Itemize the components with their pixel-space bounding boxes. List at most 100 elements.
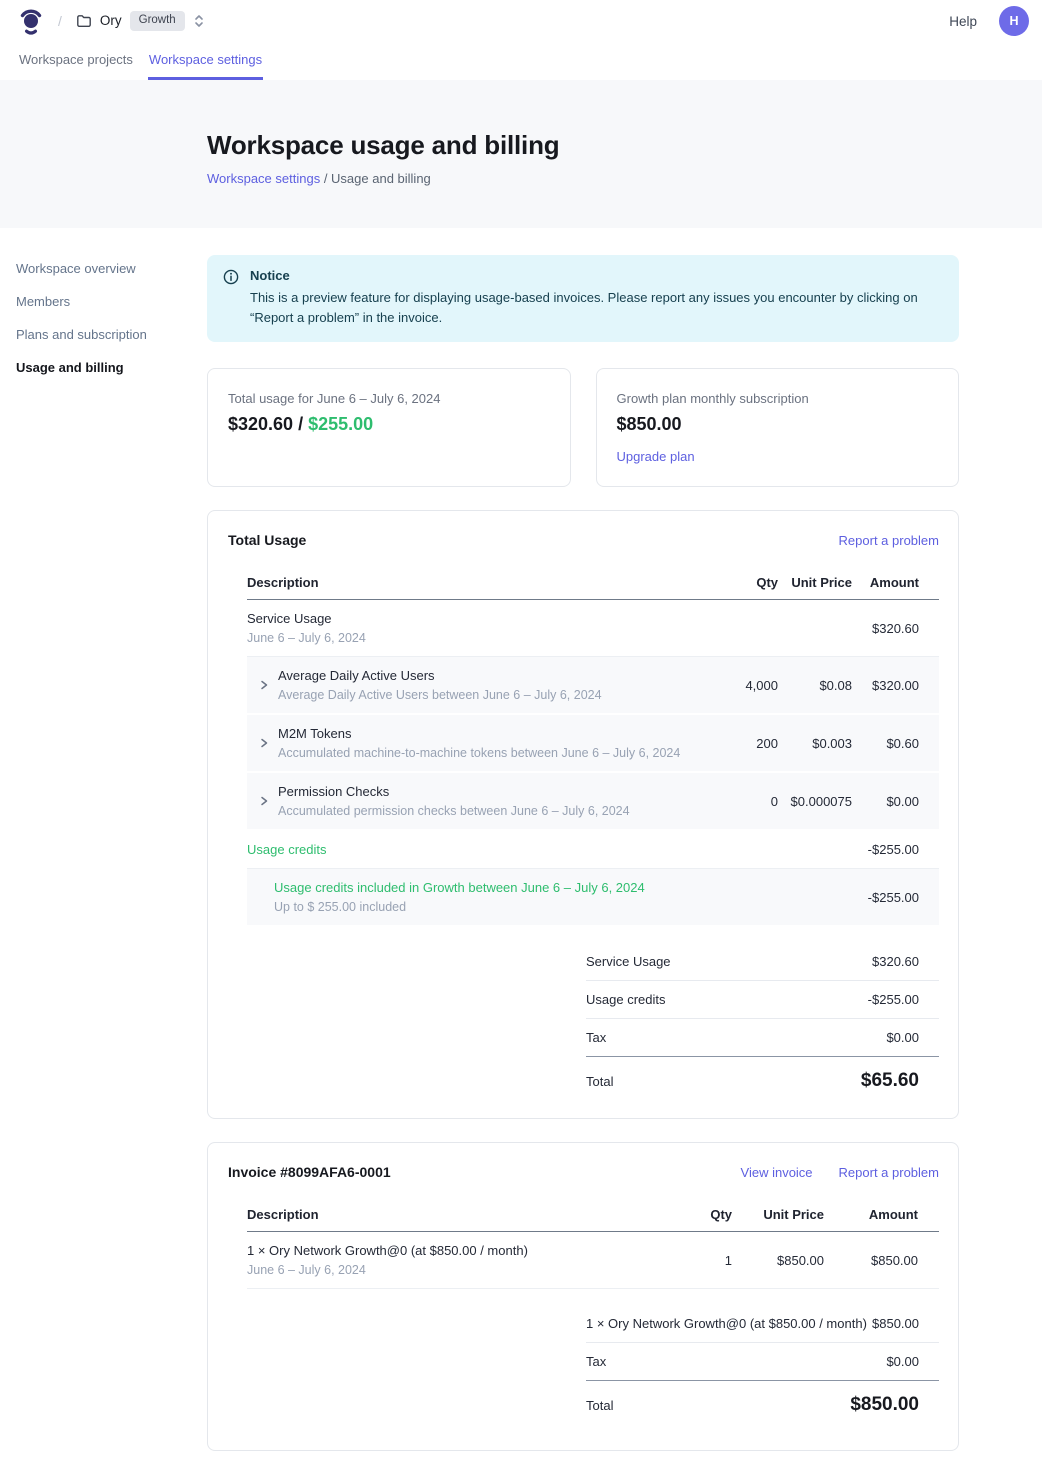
invoice-table: Description Qty Unit Price Amount 1 × Or… xyxy=(247,1198,939,1289)
table-row[interactable]: M2M Tokens Accumulated machine-to-machin… xyxy=(247,715,939,773)
col-unit-price: Unit Price xyxy=(778,566,852,599)
report-problem-link[interactable]: Report a problem xyxy=(839,1165,939,1180)
report-problem-link[interactable]: Report a problem xyxy=(839,533,939,548)
subscription-card: Growth plan monthly subscription $850.00… xyxy=(596,368,960,487)
row-subtext: June 6 – July 6, 2024 xyxy=(247,1263,652,1277)
breadcrumb: Workspace settings / Usage and billing xyxy=(207,171,1042,186)
summary-row: Tax $0.00 xyxy=(586,1019,939,1057)
notice-title: Notice xyxy=(250,268,943,283)
usage-invoice-card: Total Usage Report a problem Description… xyxy=(207,510,959,1119)
row-description: Service Usage xyxy=(247,611,698,626)
total-usage-card: Total usage for June 6 – July 6, 2024 $3… xyxy=(207,368,571,487)
row-qty: 200 xyxy=(698,736,778,751)
summary-total-row: Total $65.60 xyxy=(586,1057,939,1096)
summary-label: Service Usage xyxy=(586,954,671,969)
workspace-tabs: Workspace projects Workspace settings xyxy=(0,42,1042,80)
total-value: $65.60 xyxy=(861,1070,939,1092)
row-subtext: Average Daily Active Users between June … xyxy=(278,688,602,702)
table-row: Usage credits -$255.00 xyxy=(247,831,939,869)
usage-table: Description Qty Unit Price Amount Servic… xyxy=(247,566,939,927)
row-amount: $850.00 xyxy=(824,1253,939,1268)
view-invoice-link[interactable]: View invoice xyxy=(741,1165,813,1180)
sidebar-item-members[interactable]: Members xyxy=(16,288,186,315)
settings-sidebar: Workspace overview Members Plans and sub… xyxy=(16,255,186,387)
total-label: Total xyxy=(586,1074,613,1089)
summary-row: Tax $0.00 xyxy=(586,1343,939,1381)
breadcrumb-current: Usage and billing xyxy=(331,171,431,186)
table-row: Usage credits included in Growth between… xyxy=(247,869,939,927)
row-unit-price: $0.08 xyxy=(778,678,852,693)
notice-body: This is a preview feature for displaying… xyxy=(250,288,943,328)
plan-badge: Growth xyxy=(130,11,185,31)
row-description: Average Daily Active Users xyxy=(278,668,602,683)
subscription-value: $850.00 xyxy=(617,414,939,435)
tab-workspace-projects[interactable]: Workspace projects xyxy=(18,42,134,80)
row-qty: 1 xyxy=(652,1253,732,1268)
folder-icon xyxy=(76,13,92,29)
row-description: 1 × Ory Network Growth@0 (at $850.00 / m… xyxy=(247,1243,652,1258)
sidebar-item-usage-billing[interactable]: Usage and billing xyxy=(16,354,186,381)
workspace-selector[interactable]: Ory Growth xyxy=(76,11,205,31)
ory-logo-icon[interactable] xyxy=(18,6,44,36)
row-subtext: June 6 – July 6, 2024 xyxy=(247,631,698,645)
table-row: Service Usage June 6 – July 6, 2024 $320… xyxy=(247,600,939,657)
summary-label: 1 × Ory Network Growth@0 (at $850.00 / m… xyxy=(586,1316,867,1331)
breadcrumb-separator: / xyxy=(58,13,62,29)
table-row: 1 × Ory Network Growth@0 (at $850.00 / m… xyxy=(247,1232,939,1289)
summary-value: $850.00 xyxy=(872,1316,939,1331)
summary-row: 1 × Ory Network Growth@0 (at $850.00 / m… xyxy=(586,1305,939,1343)
sidebar-item-plans-subscription[interactable]: Plans and subscription xyxy=(16,321,186,348)
app-header: / Ory Growth Help H xyxy=(0,0,1042,42)
row-amount: $320.00 xyxy=(852,678,939,693)
avatar[interactable]: H xyxy=(999,6,1029,36)
subscription-label: Growth plan monthly subscription xyxy=(617,391,939,406)
breadcrumb-settings-link[interactable]: Workspace settings xyxy=(207,171,320,186)
chevron-right-icon[interactable] xyxy=(259,795,269,807)
summary-value: -$255.00 xyxy=(868,992,939,1007)
summary-label: Tax xyxy=(586,1030,606,1045)
row-amount: -$255.00 xyxy=(852,842,939,857)
upgrade-plan-link[interactable]: Upgrade plan xyxy=(617,449,695,464)
col-qty: Qty xyxy=(652,1198,732,1231)
row-amount: $0.00 xyxy=(852,794,939,809)
total-value: $850.00 xyxy=(850,1394,939,1416)
preview-notice: Notice This is a preview feature for dis… xyxy=(207,255,959,342)
table-row[interactable]: Permission Checks Accumulated permission… xyxy=(247,773,939,831)
summary-value: $0.00 xyxy=(886,1030,939,1045)
summary-label: Tax xyxy=(586,1354,606,1369)
invoice-summary: 1 × Ory Network Growth@0 (at $850.00 / m… xyxy=(586,1305,939,1420)
summary-total-row: Total $850.00 xyxy=(586,1381,939,1420)
workspace-name: Ory xyxy=(100,13,122,28)
usage-amount: $320.60 xyxy=(228,414,293,434)
usage-credit-amount: $255.00 xyxy=(308,414,373,434)
help-button[interactable]: Help xyxy=(949,14,977,29)
row-subtext: Up to $ 255.00 included xyxy=(274,900,698,914)
table-row[interactable]: Average Daily Active Users Average Daily… xyxy=(247,657,939,715)
page-hero: Workspace usage and billing Workspace se… xyxy=(0,80,1042,228)
col-amount: Amount xyxy=(824,1198,939,1231)
col-qty: Qty xyxy=(698,566,778,599)
summary-row: Service Usage $320.60 xyxy=(586,943,939,981)
col-description: Description xyxy=(247,1198,652,1231)
summary-row: Usage credits -$255.00 xyxy=(586,981,939,1019)
usage-summary: Service Usage $320.60 Usage credits -$25… xyxy=(586,943,939,1096)
col-unit-price: Unit Price xyxy=(732,1198,824,1231)
row-subtext: Accumulated machine-to-machine tokens be… xyxy=(278,746,680,760)
summary-value: $320.60 xyxy=(872,954,939,969)
row-unit-price: $850.00 xyxy=(732,1253,824,1268)
sidebar-item-workspace-overview[interactable]: Workspace overview xyxy=(16,255,186,282)
tab-workspace-settings[interactable]: Workspace settings xyxy=(148,42,263,80)
chevron-right-icon[interactable] xyxy=(259,679,269,691)
row-description: Usage credits xyxy=(247,842,698,857)
invoice-table-header: Description Qty Unit Price Amount xyxy=(247,1198,939,1232)
row-amount: -$255.00 xyxy=(852,890,939,905)
row-qty: 4,000 xyxy=(698,678,778,693)
chevron-up-down-icon[interactable] xyxy=(193,14,205,28)
total-usage-label: Total usage for June 6 – July 6, 2024 xyxy=(228,391,550,406)
invoice-title: Invoice #8099AFA6-0001 xyxy=(228,1164,391,1180)
row-description: Permission Checks xyxy=(278,784,630,799)
row-qty: 0 xyxy=(698,794,778,809)
chevron-right-icon[interactable] xyxy=(259,737,269,749)
total-usage-value: $320.60 / $255.00 xyxy=(228,414,550,435)
summary-value: $0.00 xyxy=(886,1354,939,1369)
